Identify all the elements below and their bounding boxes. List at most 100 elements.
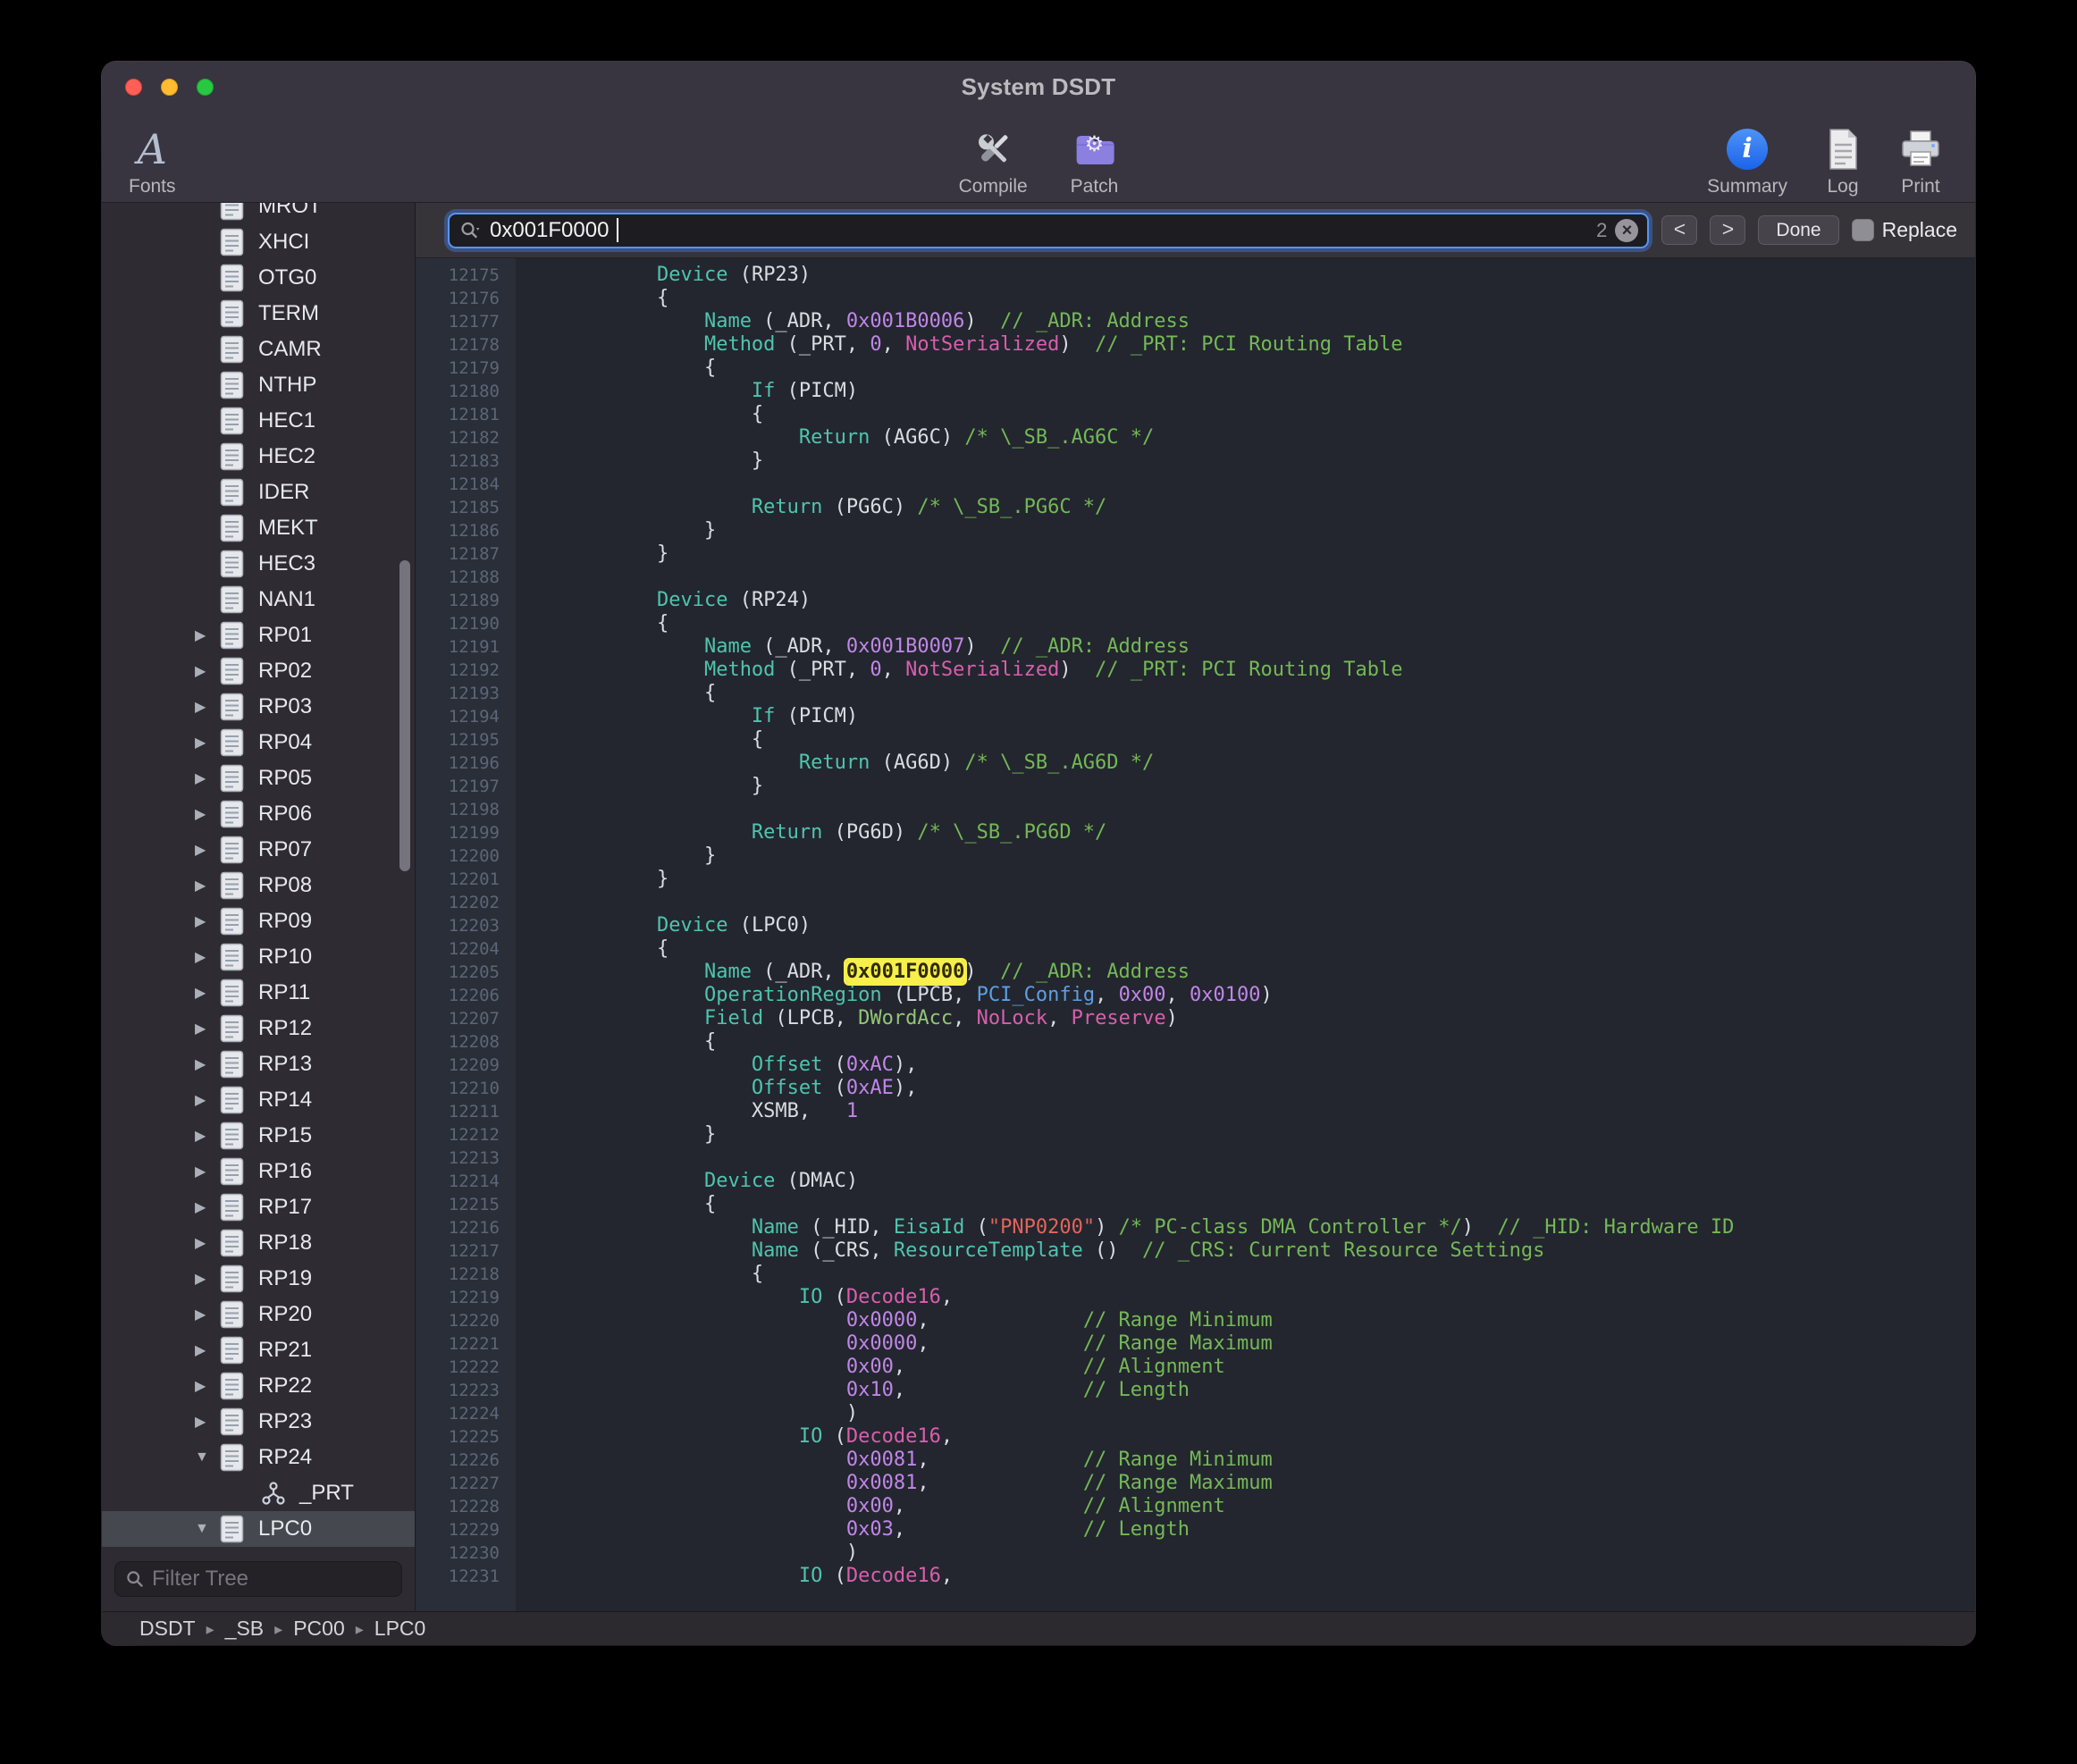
disclosure-triangle[interactable]: ▶ [195,662,220,680]
disclosure-triangle[interactable]: ▶ [195,1127,220,1145]
tree-item-hec3[interactable]: HEC3 [102,546,415,582]
tree-item-_prt[interactable]: _PRT [102,1475,415,1511]
disclosure-triangle[interactable]: ▶ [195,948,220,966]
code-token: , [953,1007,977,1029]
disclosure-triangle[interactable]: ▶ [195,626,220,644]
tree-item-term[interactable]: TERM [102,296,415,332]
breadcrumb-item-pc00[interactable]: PC00 [293,1617,345,1641]
tree-item-rp12[interactable]: ▶RP12 [102,1011,415,1046]
tree-item-nthp[interactable]: NTHP [102,367,415,403]
tree-item-rp11[interactable]: ▶RP11 [102,975,415,1011]
tree-item-rp01[interactable]: ▶RP01 [102,617,415,653]
tree-item-rp22[interactable]: ▶RP22 [102,1368,415,1404]
line-number: 12229 [416,1518,500,1541]
tree-item-rp20[interactable]: ▶RP20 [102,1297,415,1332]
log-button[interactable]: Log [1821,119,1864,196]
tree-item-rp03[interactable]: ▶RP03 [102,689,415,725]
tree-item-label: HEC2 [258,446,315,467]
device-icon [220,943,247,971]
tree-item-xhci[interactable]: XHCI [102,224,415,260]
tree-item-ider[interactable]: IDER [102,475,415,510]
disclosure-triangle[interactable]: ▶ [195,1091,220,1109]
tree-item-rp14[interactable]: ▶RP14 [102,1082,415,1118]
code-editor[interactable]: 1217512176121771217812179121801218112182… [416,258,1975,1611]
tree-item-rp18[interactable]: ▶RP18 [102,1225,415,1261]
tree-item-rp05[interactable]: ▶RP05 [102,760,415,796]
breadcrumb-item-lpc0[interactable]: LPC0 [374,1617,426,1641]
disclosure-triangle[interactable]: ▶ [195,1413,220,1431]
disclosure-triangle[interactable]: ▶ [195,1020,220,1037]
replace-checkbox[interactable] [1852,219,1874,241]
find-previous-button[interactable]: < [1661,215,1697,245]
tree-item-rp17[interactable]: ▶RP17 [102,1189,415,1225]
tree-item-rp21[interactable]: ▶RP21 [102,1332,415,1368]
disclosure-triangle[interactable]: ▶ [195,1198,220,1216]
disclosure-triangle[interactable]: ▶ [195,984,220,1002]
disclosure-triangle[interactable]: ▶ [195,1377,220,1395]
breadcrumb-item-_sb[interactable]: _SB [225,1617,264,1641]
line-number: 12183 [416,449,500,473]
tree-item-camr[interactable]: CAMR [102,332,415,367]
device-icon [220,1229,247,1257]
tree-item-hec2[interactable]: HEC2 [102,439,415,475]
tree-item-otg0[interactable]: OTG0 [102,260,415,296]
done-button[interactable]: Done [1758,215,1838,245]
find-field[interactable]: 0x001F0000 2 × [448,213,1649,248]
disclosure-triangle[interactable]: ▶ [195,1055,220,1073]
summary-button[interactable]: i Summary [1707,119,1787,196]
clear-search-button[interactable]: × [1615,219,1638,242]
tree-item-label: CAMR [258,339,322,360]
disclosure-triangle[interactable]: ▶ [195,1270,220,1288]
line-number: 12219 [416,1286,500,1309]
disclosure-triangle[interactable]: ▶ [195,698,220,716]
sidebar-scrollbar[interactable] [399,560,410,871]
tree-item-lpc0[interactable]: ▼LPC0 [102,1511,415,1547]
disclosure-triangle[interactable]: ▼ [195,1449,220,1466]
tree-item-rp07[interactable]: ▶RP07 [102,832,415,868]
tree-item-nan1[interactable]: NAN1 [102,582,415,617]
find-next-button[interactable]: > [1710,215,1745,245]
disclosure-triangle[interactable]: ▶ [195,1163,220,1180]
disclosure-triangle[interactable]: ▶ [195,912,220,930]
code-token [562,1077,752,1099]
tree-item-rp09[interactable]: ▶RP09 [102,903,415,939]
disclosure-triangle[interactable]: ▶ [195,734,220,752]
disclosure-triangle[interactable]: ▶ [195,805,220,823]
code-line-12231: IO (Decode16, [562,1565,1975,1588]
fonts-button[interactable]: A Fonts [129,119,176,196]
code-view[interactable]: Device (RP23) { Name (_ADR, 0x001B0006) … [516,258,1975,1611]
disclosure-triangle[interactable]: ▶ [195,841,220,859]
patch-button[interactable]: ⚙ Patch [1071,119,1119,196]
disclosure-triangle[interactable]: ▶ [195,769,220,787]
filter-tree-field[interactable]: Filter Tree [114,1561,402,1597]
disclosure-triangle[interactable]: ▶ [195,1341,220,1359]
breadcrumb-bar: DSDT▸_SB▸PC00▸LPC0 [102,1611,1975,1645]
tree-item-rp04[interactable]: ▶ RP04 [102,725,415,760]
code-token: Device [657,264,727,286]
disclosure-triangle[interactable]: ▶ [195,877,220,895]
tree-item-rp08[interactable]: ▶RP08 [102,868,415,903]
tree-item-rp02[interactable]: ▶RP02 [102,653,415,689]
breadcrumb-item-dsdt[interactable]: DSDT [139,1617,196,1641]
tree-item-rp23[interactable]: ▶RP23 [102,1404,415,1440]
tree-item-rp10[interactable]: ▶RP10 [102,939,415,975]
tree-item-rp06[interactable]: ▶RP06 [102,796,415,832]
tree-item-label: RP04 [258,732,312,753]
compile-button[interactable]: Compile [959,119,1028,196]
search-scope-icon[interactable] [460,221,482,240]
disclosure-triangle[interactable]: ▶ [195,1234,220,1252]
replace-toggle[interactable]: Replace [1852,218,1961,242]
tree-item-hec1[interactable]: HEC1 [102,403,415,439]
tree-item-rp24[interactable]: ▼RP24 [102,1440,415,1475]
tree-item-rp19[interactable]: ▶RP19 [102,1261,415,1297]
code-token: } [562,1123,716,1146]
disclosure-triangle[interactable]: ▶ [195,1306,220,1323]
tree-item-mrot[interactable]: MROT [102,203,415,224]
tree-item-mekt[interactable]: MEKT [102,510,415,546]
tree-item-rp16[interactable]: ▶RP16 [102,1154,415,1189]
disclosure-triangle[interactable]: ▼ [195,1521,220,1537]
print-button[interactable]: Print [1898,119,1943,196]
tree-item-rp15[interactable]: ▶RP15 [102,1118,415,1154]
device-icon [220,550,247,578]
tree-item-rp13[interactable]: ▶RP13 [102,1046,415,1082]
